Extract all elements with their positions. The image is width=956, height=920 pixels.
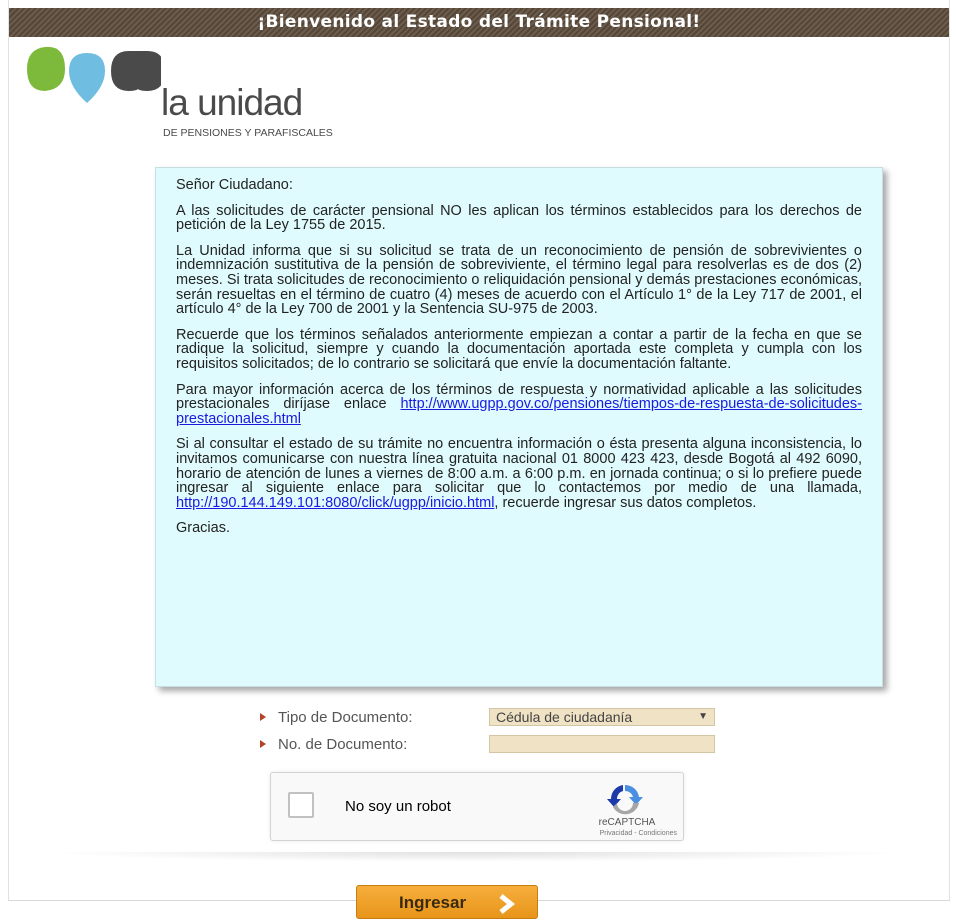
logo-subtitle: DE PENSIONES Y PARAFISCALES (163, 127, 333, 139)
notice-paragraph-3: Recuerde que los términos señalados ante… (176, 326, 862, 372)
submit-button[interactable]: Ingresar (356, 885, 538, 919)
captcha-label: No soy un robot (345, 798, 451, 815)
doc-number-row: No. de Documento: (260, 735, 740, 755)
welcome-banner: ¡Bienvenido al Estado del Trámite Pensio… (9, 8, 949, 37)
doc-number-input[interactable] (489, 735, 715, 753)
doc-number-label: No. de Documento: (278, 736, 408, 753)
notice-paragraph-4: Para mayor información acerca de los tér… (176, 382, 862, 427)
notice-closing: Gracias. (176, 520, 230, 537)
notice-greeting: Señor Ciudadano: (176, 177, 293, 193)
page-container: ¡Bienvenido al Estado del Trámite Pensio… (8, 0, 950, 901)
recaptcha-links[interactable]: Privacidad - Condiciones (537, 830, 677, 837)
bullet-arrow-icon (260, 740, 266, 748)
logo-drops-icon (27, 46, 161, 103)
doc-type-selected-value: Cédula de ciudadanía (496, 709, 633, 725)
recaptcha-widget: No soy un robot reCAPTCHA Privacidad - C… (270, 772, 684, 841)
dropdown-caret-icon: ▼ (698, 711, 708, 722)
notice-paragraph-2: La Unidad informa que si su solicitud se… (176, 242, 862, 318)
recaptcha-brand: reCAPTCHA (598, 817, 656, 828)
chevron-right-icon (499, 894, 516, 914)
doc-type-label: Tipo de Documento: (278, 709, 413, 726)
captcha-checkbox[interactable] (288, 792, 314, 818)
logo: la unidad DE PENSIONES Y PARAFISCALES (21, 45, 401, 145)
bullet-arrow-icon (260, 713, 266, 721)
notice-paragraph-5: Si al consultar el estado de su trámite … (176, 437, 862, 510)
notice-paragraph-5-text: Si al consultar el estado de su trámite … (176, 436, 862, 497)
notice-box: Señor Ciudadano: A las solicitudes de ca… (155, 167, 883, 687)
doc-type-select[interactable]: Cédula de ciudadanía ▼ (489, 708, 715, 726)
recaptcha-icon (607, 784, 643, 815)
divider-shadow (40, 852, 910, 862)
submit-button-label: Ingresar (399, 893, 467, 912)
contact-request-link[interactable]: http://190.144.149.101:8080/click/ugpp/i… (176, 495, 494, 511)
logo-name: la unidad (161, 82, 303, 123)
notice-paragraph-5-tail: , recuerde ingresar sus datos completos. (494, 494, 757, 511)
notice-paragraph-1: A las solicitudes de carácter pensional … (176, 202, 862, 234)
doc-type-row: Tipo de Documento: Cédula de ciudadanía … (260, 708, 740, 728)
